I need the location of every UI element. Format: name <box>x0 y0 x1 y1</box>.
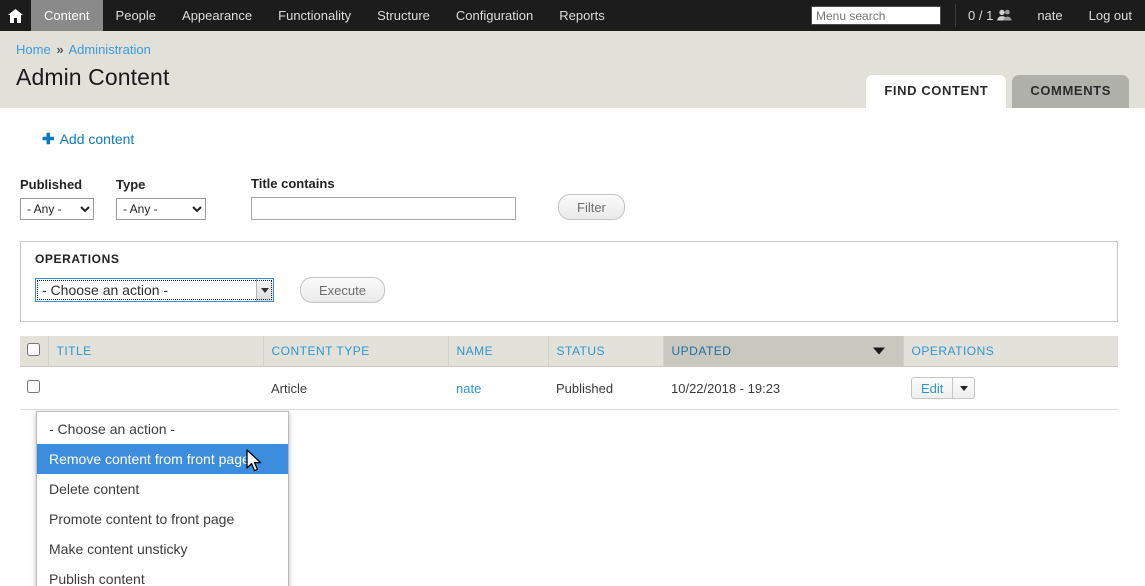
plus-icon: ✚ <box>42 131 55 148</box>
column-header-content-type[interactable]: CONTENT TYPE <box>263 336 449 367</box>
cell-content-type: Article <box>263 366 448 410</box>
toolbar-item-label: People <box>115 8 157 23</box>
toolbar-username[interactable]: nate <box>1024 0 1075 31</box>
cell-name: nate <box>448 366 548 410</box>
row-select-cell <box>20 366 48 410</box>
select-all-checkbox[interactable] <box>27 343 40 356</box>
dropdown-option-promote-content-to-front-page[interactable]: Promote content to front page <box>37 504 288 534</box>
row-select-checkbox[interactable] <box>27 380 40 393</box>
dropdown-option-make-content-unsticky[interactable]: Make content unsticky <box>37 534 288 564</box>
toolbar-item-label: Configuration <box>455 8 534 23</box>
add-content-link[interactable]: ✚ Add content <box>42 131 135 148</box>
cell-status: Published <box>548 366 663 410</box>
toolbar-item-configuration[interactable]: Configuration <box>443 0 546 31</box>
toolbar-item-label: Content <box>44 8 90 23</box>
tab-label: COMMENTS <box>1030 83 1111 98</box>
cell-title <box>48 366 263 410</box>
content-table: TITLE CONTENT TYPE NAME STATUS UPDATED O… <box>20 336 1118 410</box>
type-filter-label: Type <box>116 177 146 192</box>
toolbar-item-content[interactable]: Content <box>31 0 103 31</box>
toolbar-item-label: Reports <box>559 8 605 23</box>
home-icon[interactable] <box>0 0 31 31</box>
action-dropdown-menu: - Choose an action - Remove content from… <box>36 411 289 586</box>
table-body: Article nate Published 10/22/2018 - 19:2… <box>20 366 1118 410</box>
cell-operations: Edit <box>903 366 1118 410</box>
tab-find-content[interactable]: FIND CONTENT <box>866 75 1007 108</box>
toolbar-item-label: Structure <box>377 8 430 23</box>
column-header-updated[interactable]: UPDATED <box>663 336 904 367</box>
toolbar-item-structure[interactable]: Structure <box>364 0 443 31</box>
admin-toolbar: Content People Appearance Functionality … <box>0 0 1145 31</box>
published-select[interactable]: - Any - <box>20 198 94 220</box>
edit-button[interactable]: Edit <box>911 377 954 399</box>
dropdown-option-publish-content[interactable]: Publish content <box>37 564 288 586</box>
breadcrumb-separator: » <box>56 42 64 57</box>
title-contains-input[interactable] <box>251 197 516 220</box>
main-content: ✚ Add content Published - Any - Type - An… <box>0 108 1145 586</box>
filter-button[interactable]: Filter <box>558 194 625 220</box>
tab-comments[interactable]: COMMENTS <box>1012 75 1129 108</box>
title-filter-group: Title contains <box>251 176 516 220</box>
add-content-label: Add content <box>59 131 135 147</box>
action-select[interactable]: - Choose an action - <box>35 278 274 302</box>
published-filter-label: Published <box>20 177 83 192</box>
author-link[interactable]: nate <box>456 381 481 396</box>
column-header-updated-label: UPDATED <box>671 344 732 358</box>
table-header-row: TITLE CONTENT TYPE NAME STATUS UPDATED O… <box>20 336 1118 367</box>
chevron-down-icon <box>256 279 273 301</box>
column-header-status[interactable]: STATUS <box>548 336 664 367</box>
cell-updated: 10/22/2018 - 19:23 <box>663 366 903 410</box>
table-head: TITLE CONTENT TYPE NAME STATUS UPDATED O… <box>20 336 1118 367</box>
published-filter-group: Published - Any - <box>20 177 94 220</box>
menu-search-input[interactable] <box>811 6 942 25</box>
sort-descending-icon <box>872 347 885 355</box>
add-content-action: ✚ Add content <box>16 108 1129 148</box>
execute-button[interactable]: Execute <box>300 277 385 303</box>
column-header-operations: OPERATIONS <box>903 336 1118 367</box>
operations-row: - Choose an action - Execute <box>35 277 1103 303</box>
primary-tabs: FIND CONTENT COMMENTS <box>866 75 1129 108</box>
column-header-name[interactable]: NAME <box>448 336 549 367</box>
toolbar-item-label: Appearance <box>182 8 253 23</box>
online-users-count: 0 / 1 <box>968 8 994 23</box>
toolbar-item-appearance[interactable]: Appearance <box>169 0 265 31</box>
username-label: nate <box>1037 8 1063 23</box>
type-filter-group: Type - Any - <box>104 177 206 220</box>
dropdown-option-choose-an-action[interactable]: - Choose an action - <box>37 414 288 444</box>
breadcrumb: Home » Administration <box>16 31 1129 57</box>
breadcrumb-administration-link[interactable]: Administration <box>68 42 150 57</box>
operations-fieldset: OPERATIONS - Choose an action - Execute <box>20 241 1118 322</box>
breadcrumb-home-link[interactable]: Home <box>16 42 51 57</box>
online-users-indicator[interactable]: 0 / 1 <box>956 0 1024 31</box>
people-icon <box>997 9 1012 23</box>
logout-label: Log out <box>1088 8 1132 23</box>
toolbar-item-functionality[interactable]: Functionality <box>265 0 364 31</box>
toolbar-item-people[interactable]: People <box>103 0 169 31</box>
column-header-title[interactable]: TITLE <box>48 336 264 367</box>
mouse-pointer-icon <box>246 449 263 476</box>
dropdown-option-delete-content[interactable]: Delete content <box>37 474 288 504</box>
toolbar-item-label: Functionality <box>278 8 352 23</box>
title-contains-label: Title contains <box>251 176 335 191</box>
operations-chevron-down-icon[interactable] <box>953 377 976 399</box>
select-all-header <box>20 336 49 367</box>
operations-legend: OPERATIONS <box>35 252 120 266</box>
toolbar-item-reports[interactable]: Reports <box>546 0 618 31</box>
action-select-value: - Choose an action - <box>42 282 169 298</box>
logout-button[interactable]: Log out <box>1076 0 1145 31</box>
type-select[interactable]: - Any - <box>116 198 206 220</box>
operations-split-button: Edit <box>911 377 976 399</box>
tab-label: FIND CONTENT <box>884 83 989 98</box>
table-row: Article nate Published 10/22/2018 - 19:2… <box>20 366 1118 410</box>
page-header-band: Home » Administration Admin Content FIND… <box>0 31 1145 108</box>
filter-bar: Published - Any - Type - Any - Title con… <box>16 148 1129 220</box>
